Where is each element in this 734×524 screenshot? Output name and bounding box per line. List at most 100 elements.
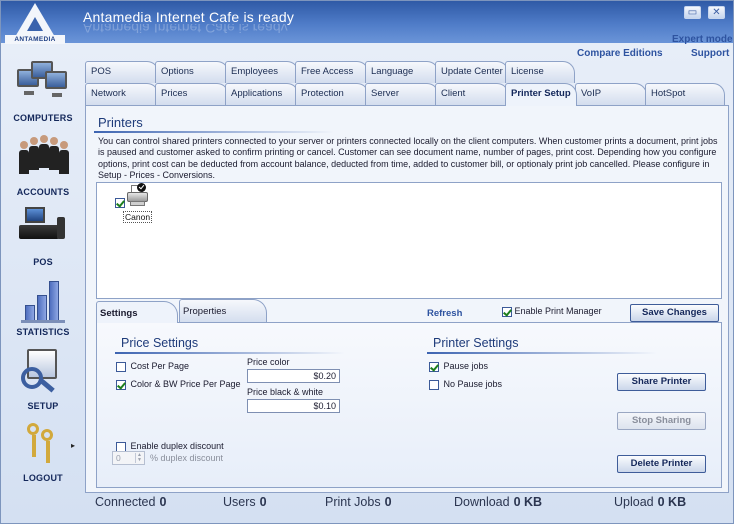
cost-per-page-label: Cost Per Page [130,361,190,371]
status-upload-label: Upload [614,495,654,509]
color-bw-label: Color & BW Price Per Page [130,379,241,389]
price-settings-title: Price Settings [121,336,199,350]
duplex-discount-value: 0 [116,453,121,463]
tab-language[interactable]: Language [365,61,439,83]
price-color-label: Price color [247,357,290,367]
sidebar-label: SETUP [27,401,59,411]
no-pause-jobs-checkbox[interactable] [429,379,439,390]
expert-mode-link[interactable]: Expert mode [672,34,733,45]
tab-license[interactable]: License [505,61,575,83]
app-window: ANTAMEDIA Antamedia Internet Cafe is rea… [0,0,734,524]
printer-name: Canon [123,211,153,223]
status-connected: Connected 0 [95,495,166,509]
save-changes-button[interactable]: Save Changes [630,304,719,322]
price-settings-underline [115,352,345,354]
tab-update-center[interactable]: Update Center [435,61,509,83]
share-printer-button[interactable]: Share Printer [617,373,706,391]
setup-icon [17,347,69,399]
sidebar-label: STATISTICS [16,327,70,337]
close-button[interactable]: ✕ [708,6,725,19]
printer-checkbox[interactable] [115,198,125,208]
computers-icon [17,59,69,111]
printer-setup-panel: Printers You can control shared printers… [85,105,729,493]
statistics-icon [17,273,69,325]
tab-protection[interactable]: Protection [295,83,369,105]
status-print-jobs-value: 0 [384,495,392,509]
printer-settings-underline [427,352,657,354]
pos-icon [17,203,69,255]
duplex-discount-label: % duplex discount [150,453,224,463]
pause-jobs-option[interactable]: Pause jobs [429,361,488,372]
tab-free-access[interactable]: Free Access [295,61,369,83]
tab-employees[interactable]: Employees [225,61,299,83]
section-underline [94,131,334,133]
app-title: Antamedia Internet Cafe is ready [83,9,295,25]
status-bar: Connected 0 Users 0 Print Jobs 0 Download 0 … [85,495,729,521]
sidebar-label: LOGOUT [23,473,63,483]
tab-prices[interactable]: Prices [155,83,229,105]
printer-list[interactable]: Canon [96,182,722,299]
tab-settings[interactable]: Settings [96,301,178,323]
sidebar-label: COMPUTERS [13,113,73,123]
section-description: You can control shared printers connecte… [98,136,718,181]
status-connected-label: Connected [95,495,156,509]
support-link[interactable]: Support [691,48,729,59]
sidebar-label: ACCOUNTS [16,187,70,197]
tab-printer-setup[interactable]: Printer Setup [505,83,577,106]
enable-print-manager-label: Enable Print Manager [514,306,602,316]
sidebar-item-computers[interactable]: COMPUTERS [5,59,81,123]
tab-pos[interactable]: POS [85,61,159,83]
title-bar: ANTAMEDIA Antamedia Internet Cafe is rea… [1,1,733,44]
price-bw-label: Price black & white [247,387,324,397]
enable-print-manager-checkbox[interactable] [502,306,512,317]
color-bw-checkbox[interactable] [116,379,126,390]
enable-duplex-label: Enable duplex discount [130,441,224,451]
accounts-icon [17,133,69,185]
sidebar-item-setup[interactable]: SETUP [5,347,81,411]
stepper-arrows-icon[interactable]: ▲ ▼ [135,453,143,463]
pause-jobs-label: Pause jobs [443,361,489,371]
refresh-link[interactable]: Refresh [427,308,462,319]
status-download: Download 0 KB [454,495,542,509]
cost-per-page-checkbox[interactable] [116,361,126,372]
minimize-button[interactable]: ▭ [684,6,701,19]
tab-applications[interactable]: Applications [225,83,299,105]
tab-options[interactable]: Options [155,61,229,83]
color-bw-option[interactable]: Color & BW Price Per Page [116,379,241,390]
status-download-label: Download [454,495,510,509]
printer-settings-title: Printer Settings [433,336,519,350]
compare-editions-link[interactable]: Compare Editions [577,48,663,59]
tab-hotspot[interactable]: HotSpot [645,83,725,105]
sidebar-item-accounts[interactable]: ACCOUNTS [5,133,81,197]
price-bw-input[interactable]: $0.10 [247,399,340,413]
sidebar-item-pos[interactable]: POS [5,203,81,267]
tab-voip[interactable]: VoIP [575,83,647,105]
logo-text: ANTAMEDIA [5,35,65,44]
status-users: Users 0 [223,495,267,509]
tab-network[interactable]: Network [85,83,159,105]
app-title-reflection: Antamedia Internet Cafe is ready [83,24,288,34]
enable-print-manager-option[interactable]: Enable Print Manager [502,306,602,317]
tab-server[interactable]: Server [365,83,439,105]
tab-properties[interactable]: Properties [179,299,267,323]
duplex-discount-stepper[interactable]: 0 ▲ ▼ [112,451,145,465]
printer-item[interactable]: Canon [115,183,175,225]
tab-client[interactable]: Client [435,83,509,105]
status-print-jobs-label: Print Jobs [325,495,381,509]
status-upload: Upload 0 KB [614,495,686,509]
status-connected-value: 0 [159,495,167,509]
stop-sharing-button[interactable]: Stop Sharing [617,412,706,430]
price-color-input[interactable]: $0.20 [247,369,340,383]
delete-printer-button[interactable]: Delete Printer [617,455,706,473]
section-title: Printers [98,115,143,130]
no-pause-jobs-option[interactable]: No Pause jobs [429,379,502,390]
settings-panel: Price Settings Cost Per Page Color & BW … [96,322,722,488]
status-print-jobs: Print Jobs 0 [325,495,392,509]
cost-per-page-option[interactable]: Cost Per Page [116,361,189,372]
check-badge-icon [137,183,146,192]
status-users-label: Users [223,495,256,509]
sidebar-item-logout[interactable]: LOGOUT ▸ [5,419,81,483]
sidebar-item-statistics[interactable]: STATISTICS [5,273,81,337]
antamedia-logo: ANTAMEDIA [5,3,65,44]
pause-jobs-checkbox[interactable] [429,361,439,372]
